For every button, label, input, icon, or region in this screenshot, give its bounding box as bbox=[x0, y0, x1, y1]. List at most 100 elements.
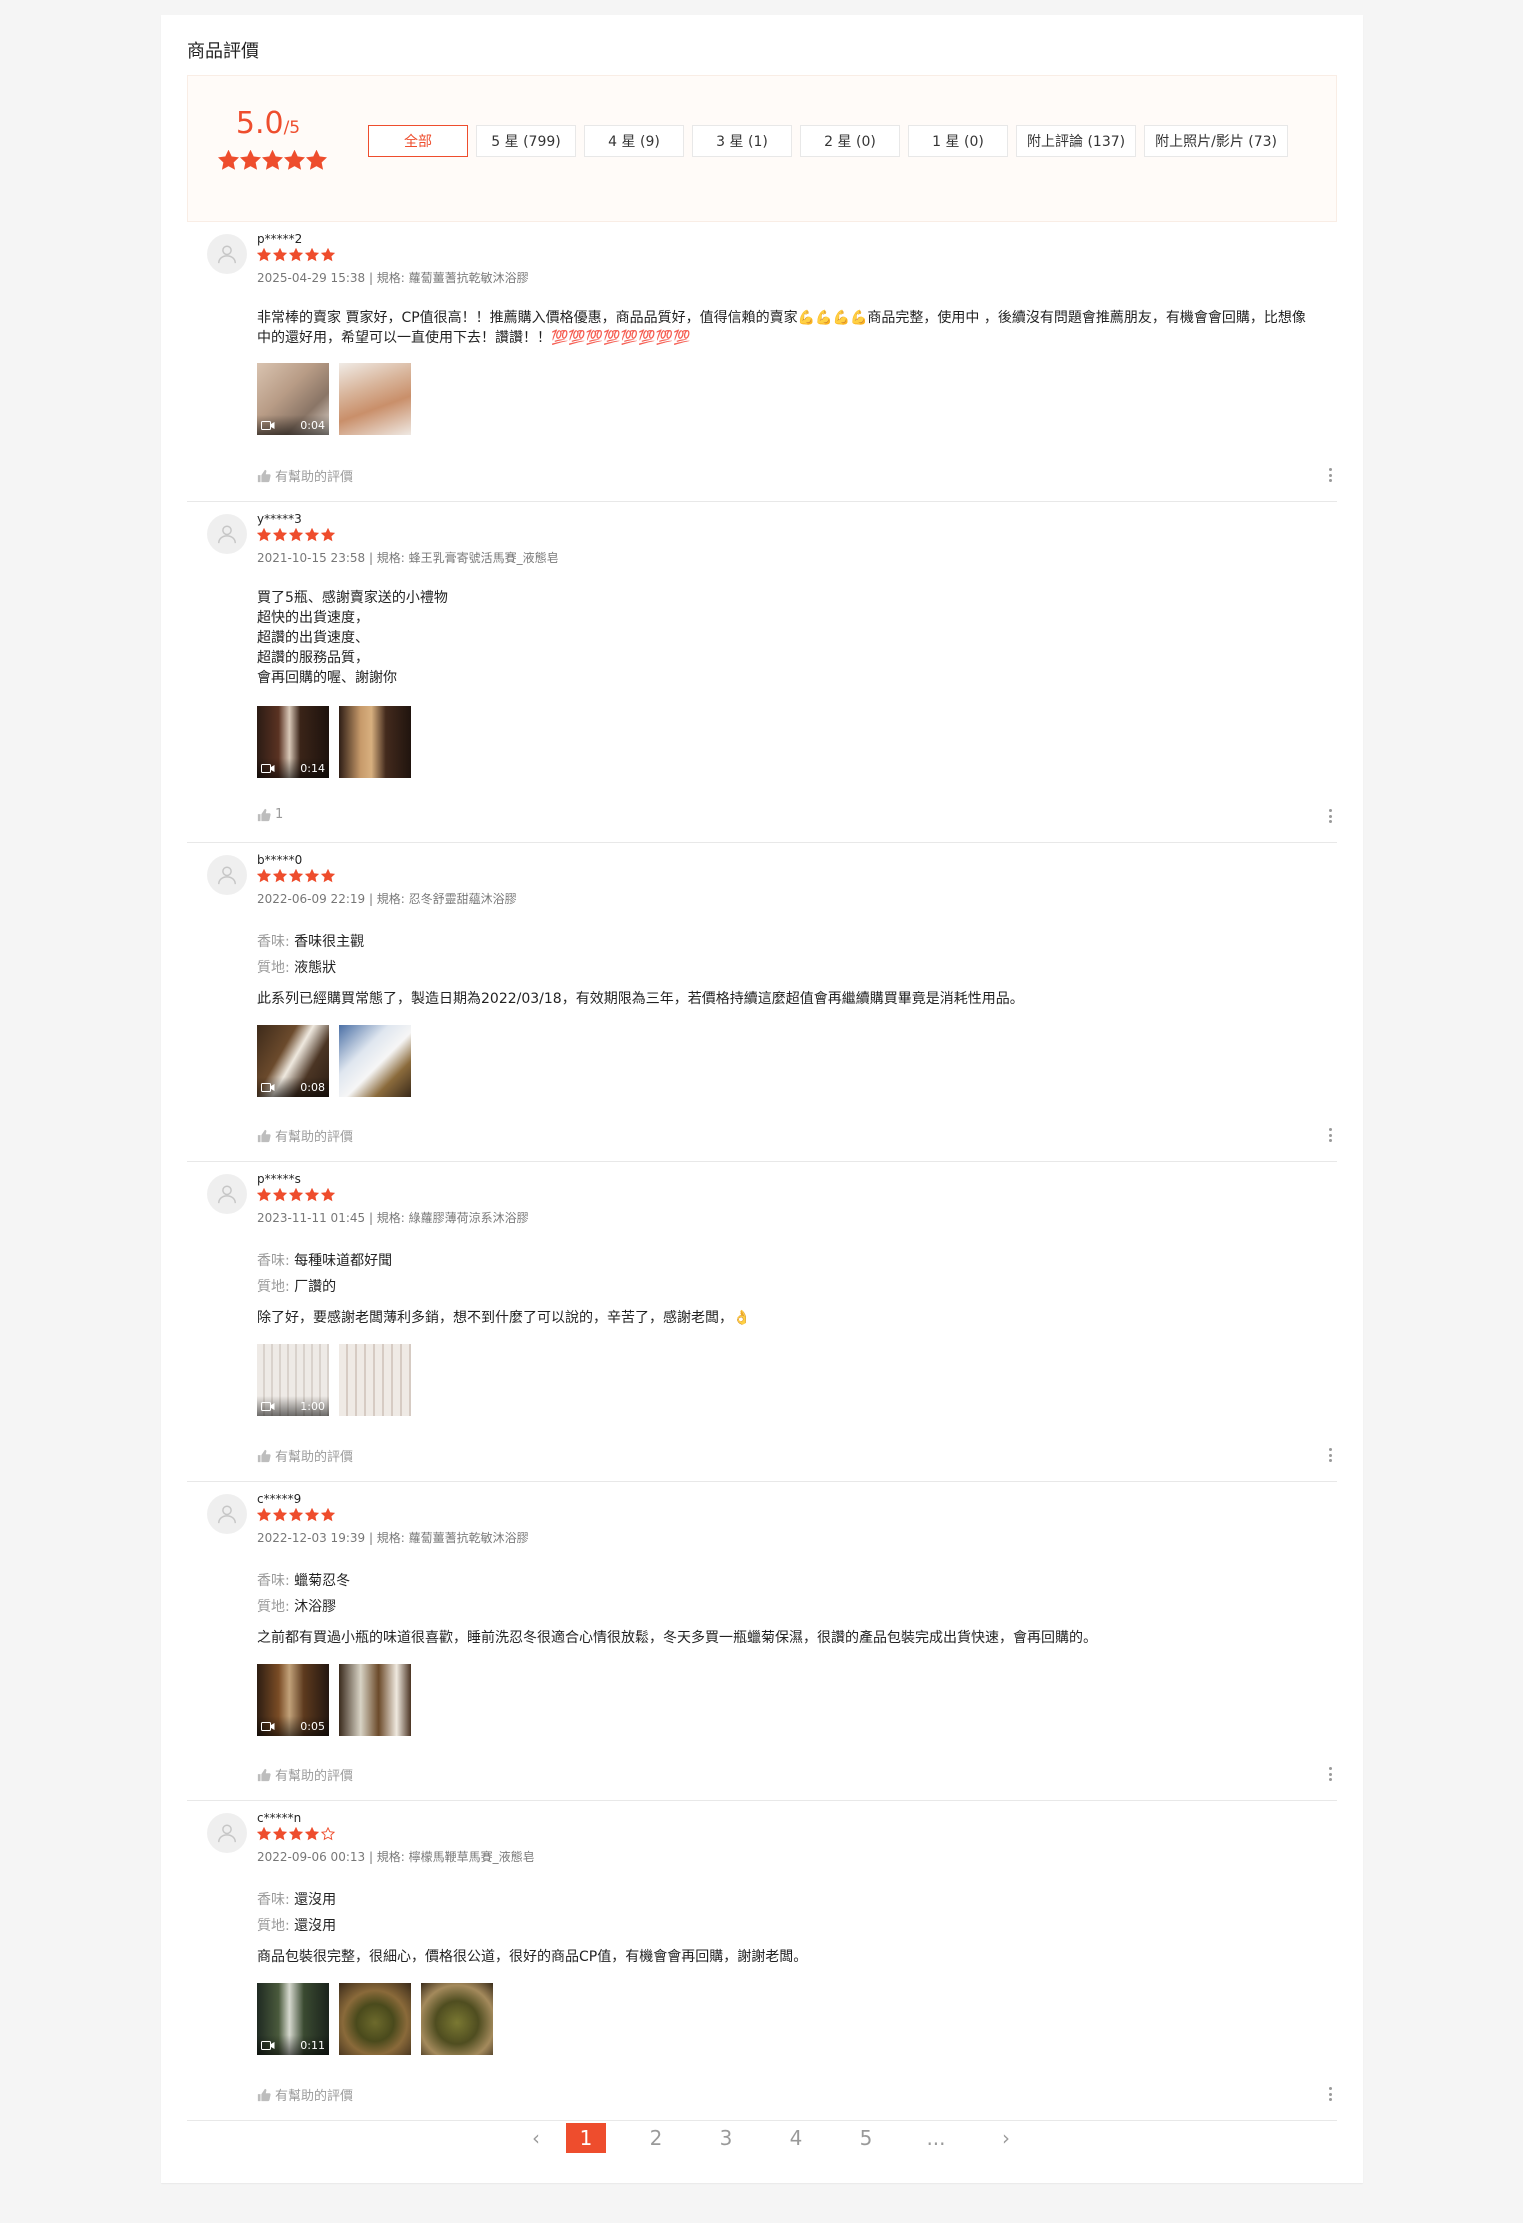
review-meta: 2025-04-29 15:38 | 規格: 蘿蔔薑蓍抗乾敏沐浴膠 bbox=[257, 271, 529, 285]
star-empty-icon bbox=[321, 1827, 335, 1841]
video-duration: 0:04 bbox=[300, 418, 325, 432]
page-5-button[interactable]: 5 bbox=[846, 2123, 886, 2153]
avatar[interactable] bbox=[207, 234, 247, 274]
helpful-button[interactable]: 1 bbox=[257, 807, 283, 822]
more-options-icon[interactable] bbox=[1325, 2085, 1335, 2103]
star-filled-icon bbox=[289, 1188, 303, 1202]
review-photo-thumbnail[interactable] bbox=[339, 1344, 411, 1416]
reviewer-name[interactable]: c*****n bbox=[257, 1811, 301, 1825]
star-filled-icon bbox=[305, 1827, 319, 1841]
review-stars bbox=[257, 528, 335, 542]
review-stars bbox=[257, 1827, 335, 1841]
reviewer-name[interactable]: c*****9 bbox=[257, 1492, 301, 1506]
helpful-button[interactable]: 有幫助的評價 bbox=[257, 1126, 353, 1145]
thumbs-up-icon bbox=[257, 1768, 271, 1781]
filter-with-comments[interactable]: 附上評論 (137) bbox=[1016, 125, 1137, 157]
video-camera-icon bbox=[261, 1721, 275, 1731]
star-filled-icon bbox=[257, 869, 271, 883]
star-filled-icon bbox=[257, 1188, 271, 1202]
filter-with-media[interactable]: 附上照片/影片 (73) bbox=[1144, 125, 1289, 157]
review-photo-thumbnail[interactable] bbox=[339, 1983, 411, 2055]
review-video-thumbnail[interactable]: 0:04 bbox=[257, 363, 329, 435]
review-item: p*****2 2025-04-29 15:38 | 規格: 蘿蔔薑蓍抗乾敏沐浴… bbox=[187, 222, 1337, 502]
star-filled-icon bbox=[289, 1827, 303, 1841]
more-options-icon[interactable] bbox=[1325, 807, 1335, 825]
review-media: 0:14 bbox=[257, 706, 411, 778]
filter-all[interactable]: 全部 bbox=[368, 125, 468, 157]
filter-5-star[interactable]: 5 星 (799) bbox=[476, 125, 576, 157]
review-video-thumbnail[interactable]: 0:08 bbox=[257, 1025, 329, 1097]
avatar[interactable] bbox=[207, 1174, 247, 1214]
review-video-thumbnail[interactable]: 0:05 bbox=[257, 1664, 329, 1736]
review-media: 0:04 bbox=[257, 363, 411, 435]
video-duration: 1:00 bbox=[300, 1399, 325, 1413]
more-options-icon[interactable] bbox=[1325, 466, 1335, 484]
review-meta: 2022-06-09 22:19 | 規格: 忍冬舒靈甜蘊沐浴膠 bbox=[257, 892, 517, 906]
video-camera-icon bbox=[261, 1401, 275, 1411]
review-text: 商品包裝很完整，很細心，價格很公道，很好的商品CP值，有機會會再回購，謝謝老闆。 bbox=[257, 1949, 808, 1965]
filter-1-star[interactable]: 1 星 (0) bbox=[908, 125, 1008, 157]
review-meta: 2022-09-06 00:13 | 規格: 檸檬馬鞭草馬賽_液態皂 bbox=[257, 1850, 535, 1864]
video-camera-icon bbox=[261, 420, 275, 430]
page-title: 商品評價 bbox=[187, 41, 259, 62]
avatar[interactable] bbox=[207, 1494, 247, 1534]
star-filled-icon bbox=[273, 248, 287, 262]
review-photo-thumbnail[interactable] bbox=[339, 1664, 411, 1736]
page-2-button[interactable]: 2 bbox=[636, 2123, 676, 2153]
star-filled-icon bbox=[306, 150, 327, 170]
filter-2-star[interactable]: 2 星 (0) bbox=[800, 125, 900, 157]
avatar[interactable] bbox=[207, 855, 247, 895]
star-filled-icon bbox=[321, 869, 335, 883]
review-photo-thumbnail[interactable] bbox=[339, 1025, 411, 1097]
ratings-panel: 商品評價 5.0/5 全部 5 星 (799) 4 星 (9) 3 星 (1) … bbox=[161, 15, 1363, 2183]
more-options-icon[interactable] bbox=[1325, 1446, 1335, 1464]
avatar[interactable] bbox=[207, 514, 247, 554]
review-video-thumbnail[interactable]: 0:11 bbox=[257, 1983, 329, 2055]
review-media: 0:05 bbox=[257, 1664, 411, 1736]
thumbs-up-icon bbox=[257, 1449, 271, 1462]
helpful-button[interactable]: 有幫助的評價 bbox=[257, 466, 353, 485]
more-options-icon[interactable] bbox=[1325, 1765, 1335, 1783]
pagination: ‹ 1 2 3 4 5 ... › bbox=[161, 2123, 1363, 2163]
review-photo-thumbnail[interactable] bbox=[339, 363, 411, 435]
avatar[interactable] bbox=[207, 1813, 247, 1853]
thumbs-up-icon bbox=[257, 2088, 271, 2101]
prev-page-button[interactable]: ‹ bbox=[516, 2123, 556, 2153]
user-icon bbox=[218, 1185, 236, 1204]
helpful-button[interactable]: 有幫助的評價 bbox=[257, 1446, 353, 1465]
page-1-button[interactable]: 1 bbox=[566, 2123, 606, 2153]
scent-attribute: 香味: 還沒用 bbox=[257, 1892, 337, 1908]
review-video-thumbnail[interactable]: 1:00 bbox=[257, 1344, 329, 1416]
helpful-button[interactable]: 有幫助的評價 bbox=[257, 1765, 353, 1784]
reviewer-name[interactable]: y*****3 bbox=[257, 512, 302, 526]
next-page-button[interactable]: › bbox=[986, 2123, 1026, 2153]
page-4-button[interactable]: 4 bbox=[776, 2123, 816, 2153]
review-meta: 2023-11-11 01:45 | 規格: 綠蘿膠薄荷涼系沐浴膠 bbox=[257, 1211, 529, 1225]
star-filled-icon bbox=[289, 248, 303, 262]
helpful-button[interactable]: 有幫助的評價 bbox=[257, 2085, 353, 2104]
reviewer-name[interactable]: p*****2 bbox=[257, 232, 302, 246]
star-filled-icon bbox=[262, 150, 283, 170]
star-filled-icon bbox=[273, 1188, 287, 1202]
video-duration: 0:08 bbox=[300, 1080, 325, 1094]
reviewer-name[interactable]: p*****s bbox=[257, 1172, 301, 1186]
star-filled-icon bbox=[289, 528, 303, 542]
more-options-icon[interactable] bbox=[1325, 1126, 1335, 1144]
thumbs-up-icon bbox=[257, 469, 271, 482]
texture-attribute: 質地: 還沒用 bbox=[257, 1918, 337, 1934]
review-media: 1:00 bbox=[257, 1344, 411, 1416]
review-photo-thumbnail[interactable] bbox=[421, 1983, 493, 2055]
star-filled-icon bbox=[305, 1188, 319, 1202]
user-icon bbox=[218, 245, 236, 264]
page-3-button[interactable]: 3 bbox=[706, 2123, 746, 2153]
video-camera-icon bbox=[261, 763, 275, 773]
review-photo-thumbnail[interactable] bbox=[339, 706, 411, 778]
star-filled-icon bbox=[240, 150, 261, 170]
more-pages-button[interactable]: ... bbox=[916, 2123, 956, 2153]
filter-4-star[interactable]: 4 星 (9) bbox=[584, 125, 684, 157]
star-filled-icon bbox=[321, 528, 335, 542]
reviewer-name[interactable]: b*****0 bbox=[257, 853, 302, 867]
review-video-thumbnail[interactable]: 0:14 bbox=[257, 706, 329, 778]
filter-3-star[interactable]: 3 星 (1) bbox=[692, 125, 792, 157]
scent-attribute: 香味: 蠟菊忍冬 bbox=[257, 1573, 351, 1589]
